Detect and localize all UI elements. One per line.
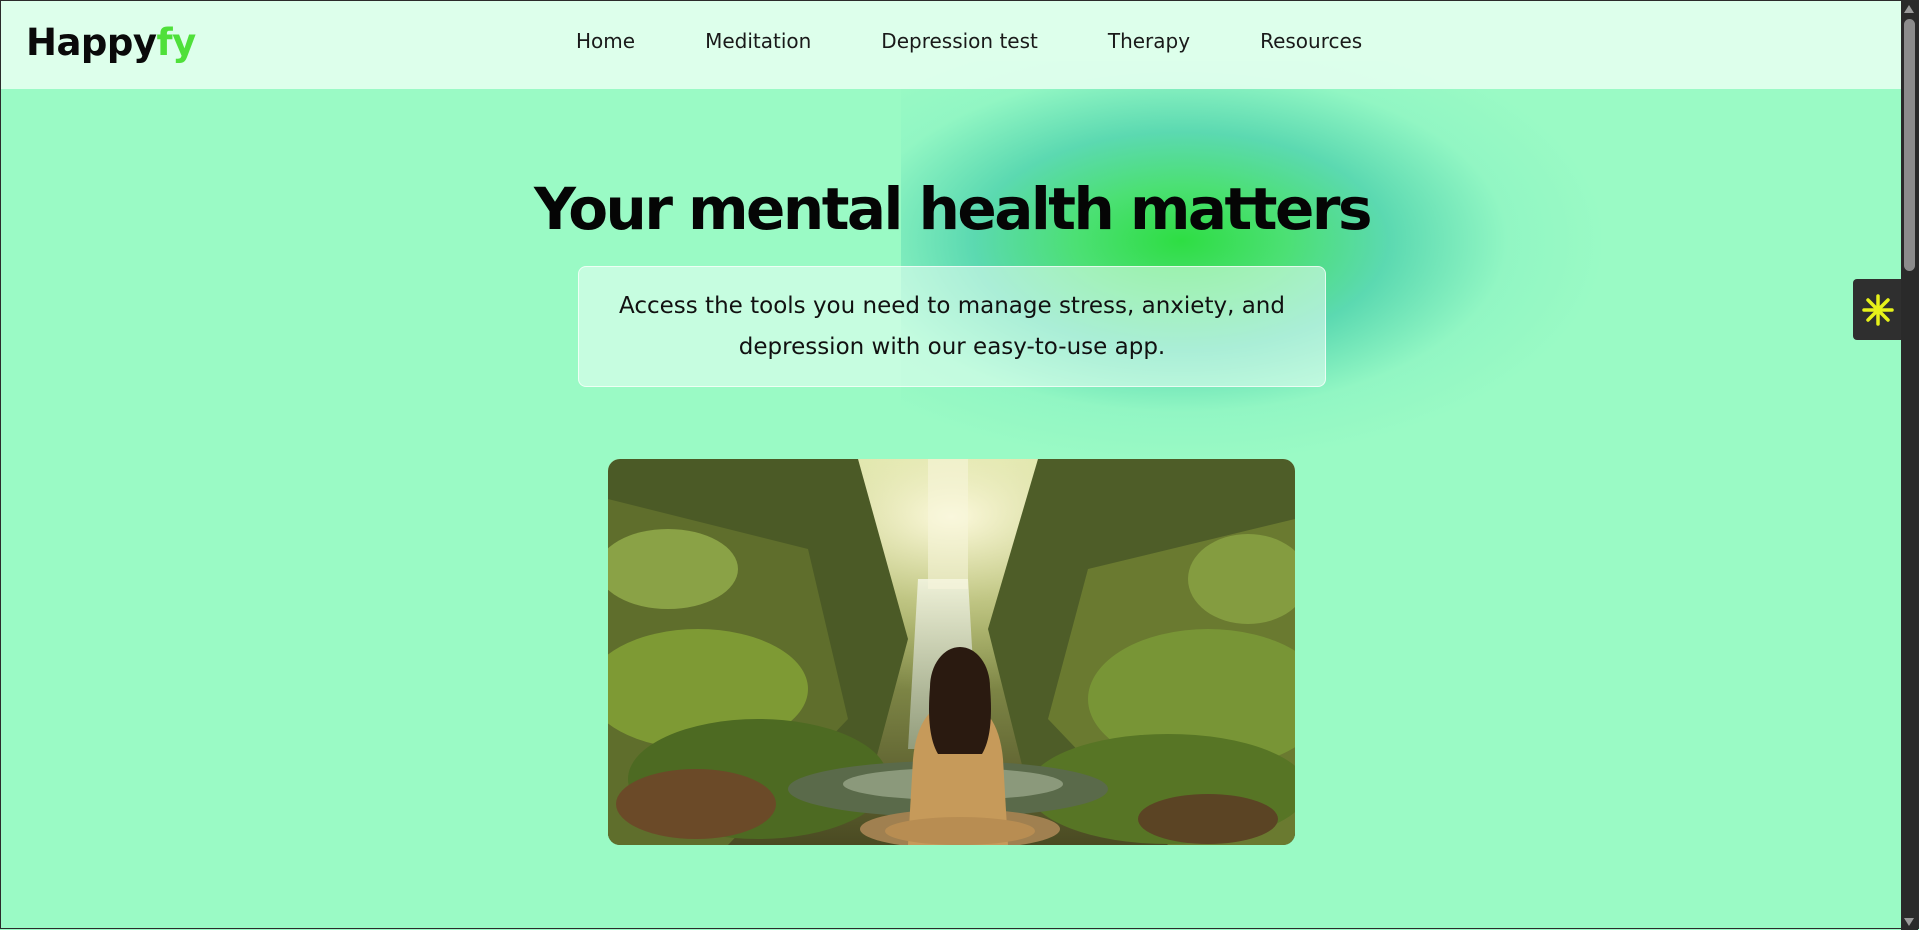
page-scrollbar[interactable]	[1901, 1, 1918, 930]
scroll-down-arrow-icon[interactable]	[1904, 918, 1914, 926]
top-navbar: Happyfy Home Meditation Depression test …	[1, 1, 1903, 89]
nav-depression-test[interactable]: Depression test	[881, 29, 1038, 53]
nav-meditation[interactable]: Meditation	[705, 29, 811, 53]
nav-home[interactable]: Home	[576, 29, 635, 53]
hero-description: Access the tools you need to manage stre…	[619, 292, 1285, 360]
nav-therapy[interactable]: Therapy	[1108, 29, 1190, 53]
brand-name-accent: fy	[156, 21, 197, 64]
page: Happyfy Home Meditation Depression test …	[1, 1, 1903, 930]
meditation-waterfall-illustration	[608, 459, 1295, 845]
brand-name-main: Happy	[26, 21, 157, 64]
scroll-thumb[interactable]	[1904, 19, 1915, 271]
asterisk-sparkle-icon	[1862, 293, 1894, 326]
hero-description-card: Access the tools you need to manage stre…	[578, 266, 1326, 387]
hero-title: Your mental health matters	[534, 175, 1372, 243]
brand-logo[interactable]: Happyfy	[26, 21, 196, 64]
hero-image	[608, 459, 1295, 845]
scroll-up-arrow-icon[interactable]	[1904, 5, 1914, 13]
side-widget-button[interactable]	[1853, 279, 1903, 340]
background-glow	[901, 61, 1601, 461]
nav-resources[interactable]: Resources	[1260, 29, 1362, 53]
main-nav: Home Meditation Depression test Therapy …	[576, 29, 1362, 53]
